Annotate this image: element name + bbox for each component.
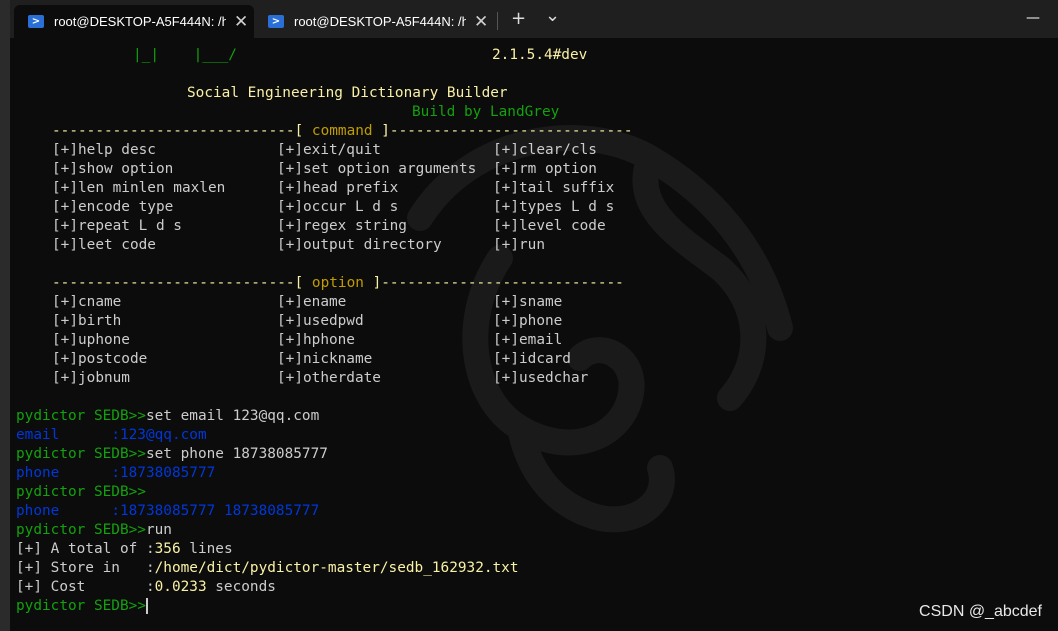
command-text: run xyxy=(145,522,172,538)
list-item: [+]len minlen maxlen xyxy=(52,180,226,196)
list-item: [+]repeat L d s xyxy=(52,218,182,234)
left-edge xyxy=(0,0,10,631)
command-section-label: command xyxy=(311,123,373,139)
list-item: [+]help desc xyxy=(52,142,156,158)
title-bar: > root@DESKTOP-A5F444N: /hon ✕ > root@DE… xyxy=(0,0,1058,38)
list-item: [+]phone xyxy=(493,313,563,329)
output-line: [+] Cost :0.0233 seconds xyxy=(16,579,276,595)
prompt: pydictor SEDB>> xyxy=(16,446,146,462)
list-item: [+]idcard xyxy=(493,351,571,367)
chevron-down-icon[interactable]: ⌄ xyxy=(545,6,560,26)
list-item: [+]exit/quit xyxy=(277,142,381,158)
list-item: [+]uphone xyxy=(52,332,130,348)
prompt: pydictor SEDB>> xyxy=(16,484,146,500)
list-item: [+]output directory xyxy=(277,237,442,253)
list-item: [+]usedpwd xyxy=(277,313,364,329)
list-item: [+]types L d s xyxy=(493,199,615,215)
ascii-art-tail: |_| |___/ xyxy=(133,47,237,63)
list-item: [+]occur L d s xyxy=(277,199,399,215)
banner-title: Social Engineering Dictionary Builder xyxy=(187,85,508,101)
option-value-line: phone :18738085777 18738085777 xyxy=(16,503,320,519)
list-item: [+]show option xyxy=(52,161,174,177)
list-item: [+]run xyxy=(493,237,545,253)
list-item: [+]tail suffix xyxy=(493,180,615,196)
list-item: [+]head prefix xyxy=(277,180,399,196)
tab-divider xyxy=(497,12,498,30)
prompt-line[interactable]: pydictor SEDB>> xyxy=(16,597,148,616)
option-value-line: email :123@qq.com xyxy=(16,427,207,443)
list-item: [+]postcode xyxy=(52,351,148,367)
list-item: [+]birth xyxy=(52,313,122,329)
list-item: [+]hphone xyxy=(277,332,355,348)
command-text: set email 123@qq.com xyxy=(145,408,320,424)
command-section-rule: ----------------------------[ command ]-… xyxy=(52,123,633,139)
prompt: pydictor SEDB>> xyxy=(16,522,146,538)
close-icon[interactable]: ✕ xyxy=(474,12,488,32)
csdn-watermark: CSDN @_abcdef xyxy=(919,603,1042,620)
command-text: set phone 18738085777 xyxy=(145,446,328,462)
option-section-rule: ----------------------------[ option ]--… xyxy=(52,275,624,291)
list-item: [+]regex string xyxy=(277,218,407,234)
prompt: pydictor SEDB>> xyxy=(16,408,146,424)
version-text: 2.1.5.4#dev xyxy=(492,47,588,63)
output-line: [+] A total of :356 lines xyxy=(16,541,233,557)
tab-title: root@DESKTOP-A5F444N: /hon xyxy=(294,14,466,29)
text-cursor xyxy=(145,598,148,614)
powershell-icon: > xyxy=(28,15,44,28)
list-item: [+]set option arguments xyxy=(277,161,477,177)
list-item: [+]email xyxy=(493,332,563,348)
list-item: [+]sname xyxy=(493,294,563,310)
option-value-line: phone :18738085777 xyxy=(16,465,216,481)
tab-2[interactable]: > root@DESKTOP-A5F444N: /hon ✕ xyxy=(254,5,494,38)
list-item: [+]rm option xyxy=(493,161,597,177)
tab-title: root@DESKTOP-A5F444N: /hon xyxy=(54,14,226,29)
list-item: [+]cname xyxy=(52,294,122,310)
banner-author: Build by LandGrey xyxy=(412,104,560,120)
list-item: [+]leet code xyxy=(52,237,156,253)
list-item: [+]ename xyxy=(277,294,347,310)
tab-1[interactable]: > root@DESKTOP-A5F444N: /hon ✕ xyxy=(14,5,254,38)
prompt: pydictor SEDB>> xyxy=(16,598,146,614)
option-section-label: option xyxy=(311,275,364,291)
plus-icon[interactable]: + xyxy=(511,9,526,29)
list-item: [+]nickname xyxy=(277,351,373,367)
prompt-line: pydictor SEDB>>set phone 18738085777 xyxy=(16,445,328,464)
prompt-line: pydictor SEDB>>set email 123@qq.com xyxy=(16,407,319,426)
prompt-line: pydictor SEDB>> xyxy=(16,483,146,502)
output-line: [+] Store in :/home/dict/pydictor-master… xyxy=(16,560,519,576)
prompt-line: pydictor SEDB>>run xyxy=(16,521,172,540)
list-item: [+]jobnum xyxy=(52,370,130,386)
list-item: [+]level code xyxy=(493,218,606,234)
close-icon[interactable]: ✕ xyxy=(234,12,248,32)
list-item: [+]clear/cls xyxy=(493,142,597,158)
powershell-icon: > xyxy=(268,15,284,28)
list-item: [+]usedchar xyxy=(493,370,589,386)
terminal[interactable]: |_| |___/ 2.1.5.4#dev Social Engineering… xyxy=(10,38,1058,631)
list-item: [+]encode type xyxy=(52,199,174,215)
list-item: [+]otherdate xyxy=(277,370,381,386)
minimize-icon[interactable]: — xyxy=(1026,10,1040,26)
